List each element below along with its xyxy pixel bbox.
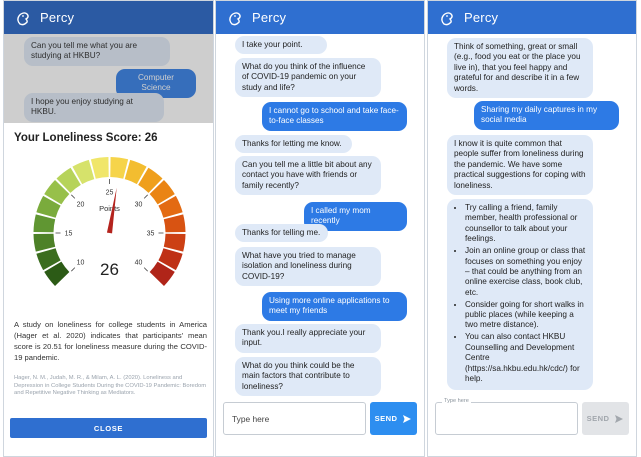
input-placeholder: Type here [232,414,270,424]
chat-bubble-bot: I take your point. [235,36,327,55]
gauge-tick [71,194,76,199]
study-text: A study on loneliness for college studen… [14,320,207,362]
chat-bubble-bot: What have you tried to manage isolation … [235,247,381,287]
app-title: Percy [40,10,75,25]
app-bar: Percy [216,1,424,34]
chat-bubble-bot: What do you think of the influence of CO… [235,58,381,98]
send-label: SEND [374,414,398,423]
chat-bubble-bot: Can you tell me a little bit about any c… [235,156,381,196]
score-title: Your Loneliness Score: 26 [14,132,158,144]
tips-list: Try calling a friend, family member, hea… [454,203,586,384]
app-title: Percy [464,10,499,25]
gauge-segment [90,157,109,179]
chat-bubble-bot: Think of something, great or small (e.g.… [447,38,593,99]
input-label: Type here [442,398,471,404]
app-bar: Percy [428,1,636,34]
gauge-tick [143,194,148,199]
reference-text: Hager, N. M., Judah, M. R., & Milam, A. … [14,375,207,397]
loneliness-score-screen: Can you tell me what you are studying at… [3,0,214,457]
chat-bubble-bot: Thank you.I really appreciate your input… [235,324,381,353]
message-input-bar: Type here SEND [223,402,417,435]
chat-bubble-user: Using more online applications to meet m… [262,292,407,321]
gauge-tick-label: 30 [135,202,143,209]
chat-bubble-bot: What do you think could be the main fact… [235,357,381,397]
send-icon [615,414,624,423]
percy-logo-icon [441,11,453,25]
gauge-value: 26 [100,260,119,279]
gauge-tick-label: 25 [106,190,114,197]
percy-logo-icon [17,11,29,25]
gauge-tick [71,267,76,272]
chat-screen-2: Percy I take your point. What do you thi… [215,0,425,457]
message-input[interactable]: Type here [223,402,366,435]
app-bar: Percy [4,1,213,34]
gauge-tick-label: 40 [135,259,143,266]
gauge-tick-label: 20 [77,202,85,209]
loneliness-gauge: 10 15 20 25 30 35 40 Points 26 [33,157,186,286]
send-button[interactable]: SEND [582,402,629,435]
tip-item: You can also contact HKBU Counselling an… [465,332,586,384]
app-title: Percy [252,10,287,25]
close-button[interactable]: CLOSE [10,418,207,438]
percy-logo-icon [229,11,241,25]
gauge-segment [163,233,186,252]
tips-bubble: Try calling a friend, family member, hea… [447,199,593,390]
score-sheet: Your Loneliness Score: 26 10 15 20 25 30 35 40… [4,123,213,456]
gauge-segment [33,214,56,233]
gauge-segment [110,157,129,179]
chat-bubble-bot: I know it is quite common that people su… [447,135,593,196]
gauge-tick [143,267,148,272]
message-input-bar: Type here SEND [435,398,629,435]
gauge-tick-label: 15 [65,231,73,238]
gauge-tick-label: 35 [147,231,155,238]
chat-bubble-user: Sharing my daily captures in my social m… [474,101,619,130]
message-input[interactable]: Type here [435,398,578,435]
chat-screen-3: Percy Think of something, great or small… [427,0,637,457]
send-label: SEND [586,414,610,423]
tip-item: Consider going for short walks in public… [465,300,586,331]
gauge-tick-label: 10 [77,259,85,266]
send-icon [403,414,412,423]
gauge-unit-label: Points [99,204,120,213]
chat-bubble-bot: Thanks for telling me. [235,224,328,243]
tip-item: Try calling a friend, family member, hea… [465,203,586,245]
chat-bubble-bot: Thanks for letting me know. [235,135,352,154]
tip-item: Join an online group or class that focus… [465,246,586,298]
chat-bubble-user: I cannot go to school and take face-to-f… [262,102,407,131]
gauge-segment [163,214,186,233]
send-button[interactable]: SEND [370,402,417,435]
gauge-segment [33,233,56,252]
